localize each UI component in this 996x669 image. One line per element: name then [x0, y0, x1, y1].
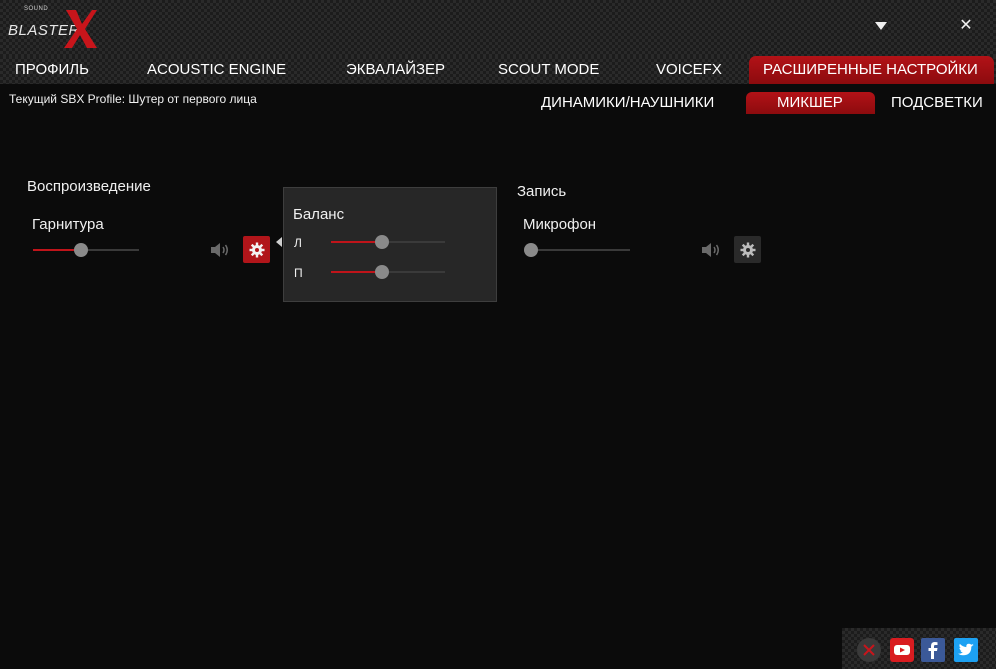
recording-settings-button[interactable] [734, 236, 761, 263]
twitter-button[interactable] [954, 638, 978, 662]
balance-left-slider[interactable] [331, 235, 445, 249]
current-profile-label: Текущий SBX Profile: Шутер от первого ли… [9, 92, 257, 106]
twitter-icon [958, 643, 974, 655]
close-circle-button[interactable] [857, 638, 881, 662]
main-tab-bar: ПРОФИЛЬ ACOUSTIC ENGINE ЭКВАЛАЙЗЕР SCOUT… [0, 56, 996, 84]
recording-section-title: Запись [517, 183, 567, 200]
youtube-button[interactable] [890, 638, 914, 662]
soundblasterx-logo: SOUND BLASTER [6, 6, 97, 50]
slider-thumb[interactable] [524, 243, 538, 257]
popup-caret [276, 237, 282, 247]
playback-device-label: Гарнитура [32, 216, 104, 233]
subtab-speakers-headphones[interactable]: ДИНАМИКИ/НАУШНИКИ [541, 92, 714, 114]
slider-thumb[interactable] [375, 235, 390, 249]
youtube-icon [894, 645, 910, 655]
balance-left-label: Л [294, 236, 302, 250]
subtab-mixer[interactable]: МИКШЕР [746, 92, 875, 114]
tab-advanced-settings[interactable]: РАСШИРЕННЫЕ НАСТРОЙКИ [749, 56, 994, 84]
speaker-icon [702, 243, 719, 257]
gear-icon [740, 242, 755, 257]
slider-thumb[interactable] [73, 243, 88, 257]
subtab-lighting[interactable]: ПОДСВЕТКИ [891, 92, 983, 114]
balance-right-slider[interactable] [331, 265, 445, 279]
tab-equalizer[interactable]: ЭКВАЛАЙЗЕР [346, 56, 445, 84]
facebook-button[interactable] [921, 638, 945, 662]
speaker-icon [211, 243, 228, 257]
title-bar: SOUND BLASTER ✕ [0, 0, 996, 56]
tab-scout-mode[interactable]: SCOUT MODE [498, 56, 599, 84]
logo-x-mark-icon [64, 10, 97, 48]
balance-title: Баланс [293, 206, 345, 223]
recording-mute-button[interactable] [701, 241, 723, 259]
tab-voicefx[interactable]: VOICEFX [656, 56, 722, 84]
recording-volume-slider[interactable] [524, 243, 630, 257]
balance-popup: Баланс Л П [283, 187, 497, 302]
recording-device-label: Микрофон [523, 216, 597, 233]
playback-settings-button[interactable] [243, 236, 270, 263]
playback-section-title: Воспроизведение [27, 178, 151, 195]
sub-tab-bar: Текущий SBX Profile: Шутер от первого ли… [0, 84, 996, 118]
balance-right-label: П [294, 266, 303, 280]
tab-profile[interactable]: ПРОФИЛЬ [15, 56, 89, 84]
playback-mute-button[interactable] [210, 241, 232, 259]
slider-track [531, 249, 630, 251]
social-bar [842, 628, 996, 669]
logo-small-text: SOUND [24, 6, 49, 12]
triangle-down-icon [875, 22, 887, 30]
close-button[interactable]: ✕ [955, 15, 977, 37]
close-icon: ✕ [959, 17, 973, 34]
facebook-icon [928, 642, 938, 659]
gear-icon [249, 242, 264, 257]
slider-thumb[interactable] [375, 265, 390, 279]
minimize-button[interactable] [870, 15, 892, 37]
close-circle-icon [863, 644, 875, 656]
tab-acoustic-engine[interactable]: ACOUSTIC ENGINE [147, 56, 286, 84]
playback-volume-slider[interactable] [33, 243, 139, 257]
